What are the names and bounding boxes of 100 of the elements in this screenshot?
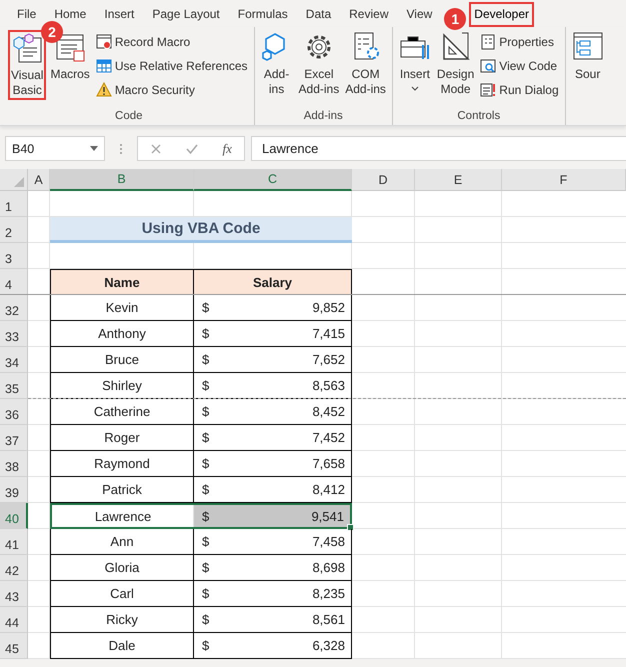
- currency-symbol: $: [202, 430, 210, 445]
- currency-symbol: $: [202, 404, 210, 419]
- row-header[interactable]: 33: [0, 321, 28, 347]
- ribbon-button[interactable]: Properties: [478, 31, 561, 53]
- salary-amount: 7,452: [312, 430, 345, 445]
- table-title: Using VBA Code: [50, 217, 352, 243]
- ribbon-button[interactable]: COM Add-ins: [343, 30, 388, 98]
- table-cell: Lawrence: [50, 503, 194, 529]
- row-header[interactable]: 2: [0, 217, 28, 243]
- ribbon-tab[interactable]: Formulas: [230, 3, 295, 27]
- insert-function-button[interactable]: fx: [222, 140, 232, 156]
- ribbon-tab[interactable]: Insert: [97, 3, 142, 27]
- record-icon: [96, 34, 112, 50]
- column-header[interactable]: A: [28, 169, 50, 191]
- caret-icon: [90, 146, 98, 151]
- table-cell: Patrick: [50, 477, 194, 503]
- column-header[interactable]: C: [194, 169, 352, 191]
- currency-symbol: $: [202, 326, 210, 341]
- ribbon-button[interactable]: Design Mode: [434, 30, 476, 98]
- group-label: Add-ins: [304, 110, 343, 122]
- ribbon-tab[interactable]: Review: [342, 3, 396, 27]
- warning-icon: [96, 82, 112, 98]
- select-all-button[interactable]: [0, 169, 28, 191]
- triangle-icon: [14, 177, 24, 187]
- ribbon-tab[interactable]: View: [400, 3, 440, 27]
- callout-number: 1: [444, 8, 466, 30]
- code-window-icon: [11, 32, 44, 64]
- grip-icon: [119, 142, 123, 156]
- dialog-icon: [480, 82, 496, 98]
- row-header[interactable]: 44: [0, 607, 28, 633]
- salary-amount: 7,652: [312, 352, 345, 367]
- row-header[interactable]: 35: [0, 373, 28, 399]
- check-icon[interactable]: [186, 142, 198, 154]
- currency-symbol: $: [202, 300, 210, 315]
- column-heading: Salary: [194, 269, 352, 295]
- salary-amount: 6,328: [312, 638, 345, 653]
- row-header[interactable]: 4: [0, 269, 28, 295]
- row-header[interactable]: 39: [0, 477, 28, 503]
- salary-amount: 8,698: [312, 560, 345, 575]
- ribbon-tab[interactable]: Page Layout: [145, 3, 227, 27]
- column-header[interactable]: B: [50, 169, 194, 191]
- salary-amount: 8,235: [312, 586, 345, 601]
- ribbon-button[interactable]: Excel Add-ins: [296, 30, 342, 98]
- ribbon-button[interactable]: Use Relative References: [94, 55, 250, 77]
- name-box[interactable]: B40: [5, 136, 105, 161]
- currency-symbol: $: [202, 378, 210, 393]
- salary-amount: 8,563: [312, 378, 345, 393]
- salary-amount: 8,412: [312, 482, 345, 497]
- currency-symbol: $: [202, 612, 210, 627]
- ribbon-button[interactable]: Macro Security: [94, 79, 250, 101]
- row-header[interactable]: 42: [0, 555, 28, 581]
- ribbon-button[interactable]: Sour: [570, 30, 606, 83]
- salary-amount: 7,458: [312, 534, 345, 549]
- column-header[interactable]: E: [415, 169, 502, 191]
- ribbon-tab[interactable]: Developer: [469, 2, 534, 27]
- currency-symbol: $: [202, 586, 210, 601]
- row-header[interactable]: 41: [0, 529, 28, 555]
- row-header[interactable]: 32: [0, 295, 28, 321]
- row-header[interactable]: 34: [0, 347, 28, 373]
- salary-amount: 7,658: [312, 456, 345, 471]
- ribbon-button[interactable]: View Code: [478, 55, 561, 77]
- salary-amount: 9,852: [312, 300, 345, 315]
- row-header[interactable]: 1: [0, 191, 28, 217]
- row-header[interactable]: 37: [0, 425, 28, 451]
- currency-symbol: $: [202, 534, 210, 549]
- row-header[interactable]: 36: [0, 399, 28, 425]
- ribbon-button[interactable]: Insert: [396, 30, 433, 92]
- salary-amount: 7,415: [312, 326, 345, 341]
- ribbon-button[interactable]: Run Dialog: [478, 79, 561, 101]
- currency-symbol: $: [202, 482, 210, 497]
- ribbon-button[interactable]: Visual Basic: [8, 30, 46, 100]
- row-header[interactable]: 38: [0, 451, 28, 477]
- row-header[interactable]: 40: [0, 503, 28, 529]
- salary-amount: 8,452: [312, 404, 345, 419]
- grid-icon: [96, 58, 112, 74]
- view-code-icon: [480, 58, 496, 74]
- row-header[interactable]: 45: [0, 633, 28, 659]
- group-label: Controls: [457, 110, 500, 122]
- currency-symbol: $: [202, 638, 210, 653]
- currency-symbol: $: [202, 560, 210, 575]
- callout-number: 2: [41, 21, 63, 43]
- salary-amount: 8,561: [312, 612, 345, 627]
- ribbon-button[interactable]: Add- ins: [258, 30, 295, 98]
- currency-symbol: $: [202, 352, 210, 367]
- group-label: Code: [115, 110, 143, 122]
- column-header[interactable]: F: [502, 169, 626, 191]
- row-header[interactable]: 43: [0, 581, 28, 607]
- salary-amount: 9,541: [311, 508, 344, 524]
- currency-symbol: $: [202, 508, 210, 524]
- properties-icon: [480, 34, 496, 50]
- currency-symbol: $: [202, 456, 210, 471]
- column-heading: Name: [50, 269, 194, 295]
- ribbon-tab[interactable]: File: [10, 3, 44, 27]
- cancel-icon[interactable]: [150, 142, 162, 154]
- ribbon-button[interactable]: Record Macro: [94, 31, 250, 53]
- table-cell: Dale: [50, 633, 194, 659]
- ribbon-tab[interactable]: Data: [298, 3, 338, 27]
- column-header[interactable]: D: [352, 169, 415, 191]
- formula-input[interactable]: Lawrence: [251, 136, 626, 161]
- row-header[interactable]: 3: [0, 243, 28, 269]
